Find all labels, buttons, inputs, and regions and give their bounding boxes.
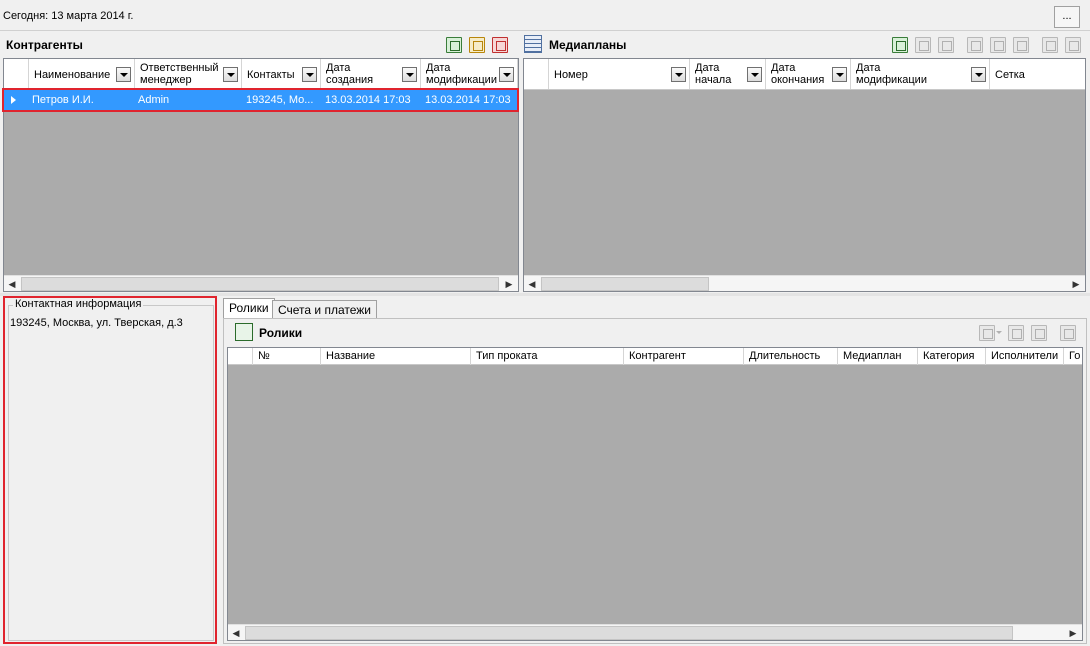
move-icon[interactable]: [1042, 37, 1058, 53]
col-modified[interactable]: Дата модификации: [421, 59, 518, 89]
filter-dropdown-icon[interactable]: [402, 67, 417, 82]
filter-dropdown-icon[interactable]: [671, 67, 686, 82]
col-created[interactable]: Дата создания: [321, 59, 421, 89]
col-rental-type[interactable]: Тип проката: [471, 348, 624, 365]
contractors-title: Контрагенты: [6, 38, 83, 52]
delete-clip-icon[interactable]: [1031, 325, 1047, 341]
clips-title: Ролики: [259, 326, 303, 340]
mediaplans-grid: Номер Дата начала Дата окончания Дата модиф…: [523, 58, 1086, 292]
scroll-thumb[interactable]: [245, 626, 1013, 640]
col-name[interactable]: Наименование: [29, 59, 135, 89]
scroll-left-icon[interactable]: ◀: [228, 625, 244, 641]
mediaplans-title: Медиапланы: [549, 38, 627, 52]
col-title[interactable]: Название: [321, 348, 471, 365]
col-number[interactable]: Номер: [549, 59, 690, 89]
scroll-thumb[interactable]: [21, 277, 499, 291]
contractors-hscrollbar[interactable]: ◀ ▶: [4, 275, 518, 291]
tab-clips[interactable]: Ролики: [223, 298, 275, 320]
scroll-left-icon[interactable]: ◀: [524, 276, 540, 292]
col-grid[interactable]: Сетка: [990, 59, 1085, 89]
add-clip-icon[interactable]: [979, 325, 995, 341]
tab-invoices[interactable]: Счета и платежи: [272, 300, 378, 320]
filter-dropdown-icon[interactable]: [747, 67, 762, 82]
contact-info-title: Контактная информация: [13, 298, 144, 310]
mediaplans-hscrollbar[interactable]: ◀ ▶: [524, 275, 1085, 291]
selected-row-highlight: [2, 88, 519, 112]
col-contractor[interactable]: Контрагент: [624, 348, 744, 365]
clip-icon: [235, 323, 253, 341]
col-mediaplan[interactable]: Медиаплан: [838, 348, 918, 365]
filter-dropdown-icon[interactable]: [223, 67, 238, 82]
copy-mediaplan-icon[interactable]: [990, 37, 1006, 53]
contact-info-group: [8, 305, 214, 641]
col-number[interactable]: №: [253, 348, 321, 365]
scroll-thumb[interactable]: [541, 277, 709, 291]
scroll-right-icon[interactable]: ▶: [501, 276, 517, 292]
chevron-down-icon[interactable]: [996, 331, 1002, 334]
row-indicator-header: [524, 59, 549, 89]
col-extra[interactable]: Го: [1064, 348, 1082, 365]
delete-contractor-icon[interactable]: [492, 37, 508, 53]
clips-header: № Название Тип проката Контрагент Длител…: [228, 348, 1082, 365]
add-mediaplan-icon[interactable]: [892, 37, 908, 53]
scroll-right-icon[interactable]: ▶: [1068, 276, 1084, 292]
export-icon[interactable]: [1013, 37, 1029, 53]
filter-dropdown-icon[interactable]: [116, 67, 131, 82]
today-label: Сегодня: 13 марта 2014 г.: [3, 10, 134, 22]
tab-strip: Ролики Счета и платежи: [223, 298, 1087, 320]
col-duration[interactable]: Длительность: [744, 348, 838, 365]
row-indicator-header: [228, 348, 253, 365]
filter-dropdown-icon[interactable]: [832, 67, 847, 82]
delete-mediaplan-icon[interactable]: [938, 37, 954, 53]
col-performers[interactable]: Исполнители: [986, 348, 1064, 365]
edit-mediaplan-icon[interactable]: [915, 37, 931, 53]
filter-dropdown-icon[interactable]: [302, 67, 317, 82]
col-start-date[interactable]: Дата начала: [690, 59, 766, 89]
top-divider: [0, 30, 1090, 31]
clips-panel: Ролики № Название Тип проката Контрагент…: [223, 318, 1087, 644]
more-button[interactable]: ...: [1054, 6, 1080, 28]
clip-copy-icon[interactable]: [1060, 325, 1076, 341]
contact-info-panel: Контактная информация 193245, Москва, ул…: [3, 296, 217, 644]
row-indicator-header: [4, 59, 29, 89]
col-manager[interactable]: Ответственный менеджер: [135, 59, 242, 89]
col-category[interactable]: Категория: [918, 348, 986, 365]
col-contacts[interactable]: Контакты: [242, 59, 321, 89]
duplicate-icon[interactable]: [1065, 37, 1081, 53]
scroll-right-icon[interactable]: ▶: [1065, 625, 1081, 641]
filter-dropdown-icon[interactable]: [971, 67, 986, 82]
document-icon[interactable]: [967, 37, 983, 53]
clips-grid: № Название Тип проката Контрагент Длител…: [227, 347, 1083, 641]
filter-dropdown-icon[interactable]: [499, 67, 514, 82]
add-contractor-icon[interactable]: [446, 37, 462, 53]
mediaplans-header: Номер Дата начала Дата окончания Дата модиф…: [524, 59, 1085, 90]
col-end-date[interactable]: Дата окончания: [766, 59, 851, 89]
contractors-header: Наименование Ответственный менеджер Конта…: [4, 59, 518, 90]
scroll-left-icon[interactable]: ◀: [4, 276, 20, 292]
edit-contractor-icon[interactable]: [469, 37, 485, 53]
col-mod-date[interactable]: Дата модификации: [851, 59, 990, 89]
clips-hscrollbar[interactable]: ◀ ▶: [228, 624, 1082, 640]
edit-clip-icon[interactable]: [1008, 325, 1024, 341]
contact-info-text: 193245, Москва, ул. Тверская, д.3: [10, 317, 183, 329]
mediaplans-list-icon: [524, 35, 542, 53]
